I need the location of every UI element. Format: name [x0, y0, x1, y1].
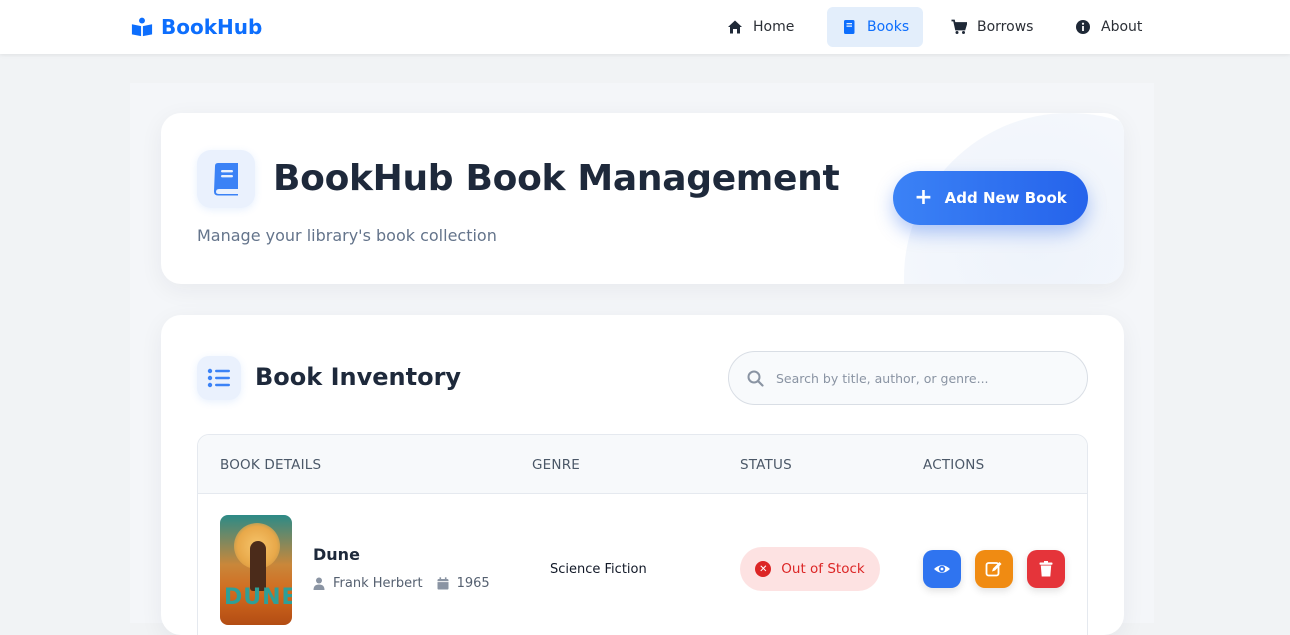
nav-books-label: Books	[867, 19, 910, 35]
status-label: Out of Stock	[781, 561, 865, 577]
search-box[interactable]	[728, 351, 1088, 405]
book-icon	[844, 20, 855, 34]
book-cover-image: DUNE	[220, 515, 292, 625]
brand-logo[interactable]: BookHub	[131, 13, 262, 41]
book-title: Dune	[313, 545, 360, 564]
book-table: BOOK DETAILS GENRE STATUS ACTIONS DUNE D…	[197, 434, 1088, 635]
plus-icon: +	[914, 185, 933, 210]
nav-about-label: About	[1101, 19, 1143, 35]
page-subtitle: Manage your library's book collection	[197, 226, 497, 245]
edit-icon	[985, 562, 1002, 577]
inventory-title: Book Inventory	[255, 363, 462, 391]
nav-borrows[interactable]: Borrows	[937, 7, 1047, 47]
header-card: BookHub Book Management Manage your libr…	[161, 113, 1124, 284]
book-icon	[214, 163, 238, 196]
column-header-status: STATUS	[740, 457, 792, 473]
column-header-actions: ACTIONS	[923, 457, 985, 473]
nav-borrows-label: Borrows	[977, 19, 1034, 35]
delete-button[interactable]	[1027, 550, 1065, 588]
column-header-genre: GENRE	[532, 457, 580, 473]
search-icon	[747, 370, 764, 387]
search-input[interactable]	[776, 370, 1066, 386]
top-navbar: BookHub Home Books Borrows About	[0, 0, 1290, 54]
cart-icon	[951, 19, 967, 34]
calendar-icon	[437, 577, 449, 590]
inventory-icon-box	[197, 356, 241, 400]
home-icon	[728, 20, 742, 34]
reader-icon	[131, 17, 153, 37]
user-icon	[313, 577, 325, 590]
brand-name: BookHub	[161, 15, 263, 39]
page-title: BookHub Book Management	[273, 158, 840, 199]
edit-button[interactable]	[975, 550, 1013, 588]
nav-about[interactable]: About	[1061, 7, 1156, 47]
x-circle-icon: ✕	[755, 561, 772, 577]
table-header: BOOK DETAILS GENRE STATUS ACTIONS	[198, 435, 1087, 494]
book-year: 1965	[456, 576, 490, 591]
book-author: Frank Herbert	[333, 576, 423, 591]
hero-book-icon-box	[197, 150, 255, 208]
eye-icon	[934, 565, 950, 573]
list-icon	[207, 368, 230, 388]
trash-icon	[1039, 561, 1053, 577]
nav-home-label: Home	[753, 19, 795, 35]
view-button[interactable]	[923, 550, 961, 588]
add-new-book-label: Add New Book	[944, 189, 1067, 207]
add-new-book-button[interactable]: + Add New Book	[893, 171, 1088, 225]
book-meta: Frank Herbert 1965	[313, 576, 490, 591]
cover-figure	[250, 541, 266, 591]
book-genre: Science Fiction	[550, 562, 647, 577]
cover-title-text: DUNE	[224, 585, 292, 610]
column-header-book-details: BOOK DETAILS	[220, 457, 322, 473]
nav-home[interactable]: Home	[713, 7, 808, 47]
nav-books[interactable]: Books	[827, 7, 924, 47]
info-icon	[1076, 20, 1090, 34]
inventory-card: Book Inventory BOOK DETAILS GENRE STATUS…	[161, 315, 1124, 635]
status-badge: ✕ Out of Stock	[740, 547, 880, 591]
table-row: DUNE Dune Frank Herbert 1965 Science Fic…	[198, 494, 1087, 635]
